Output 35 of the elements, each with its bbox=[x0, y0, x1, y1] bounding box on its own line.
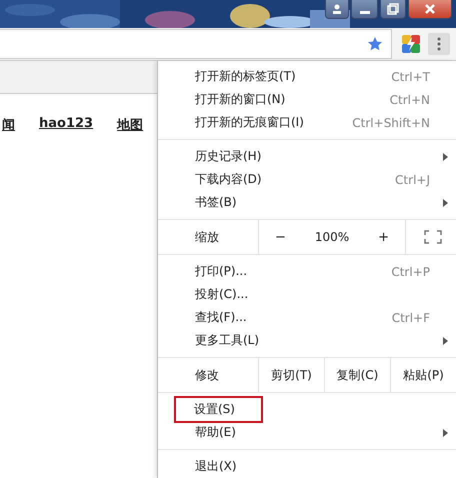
close-icon bbox=[424, 3, 436, 15]
menu-button[interactable] bbox=[428, 33, 450, 55]
extension-icon[interactable] bbox=[402, 35, 420, 53]
menu-item[interactable]: 更多工具(L) bbox=[158, 329, 456, 352]
restore-icon bbox=[387, 3, 399, 15]
edit-label: 修改 bbox=[194, 366, 220, 384]
menu-item[interactable]: 查找(F)... Ctrl+F bbox=[158, 306, 456, 329]
menu-item[interactable]: 帮助(E) bbox=[158, 421, 456, 444]
restore-button[interactable] bbox=[380, 0, 406, 19]
bookmark-star-icon[interactable] bbox=[367, 36, 383, 52]
minimize-button[interactable] bbox=[351, 0, 378, 19]
nav-link[interactable]: hao123 bbox=[39, 116, 94, 134]
fullscreen-icon bbox=[424, 230, 442, 244]
address-field[interactable] bbox=[0, 29, 392, 59]
close-button[interactable] bbox=[408, 0, 452, 19]
menu-item[interactable]: 设置(S) bbox=[158, 398, 456, 421]
menu-item[interactable]: 打印(P)... Ctrl+P bbox=[158, 260, 456, 283]
menu-item[interactable]: 书签(B) bbox=[158, 191, 456, 214]
nav-link[interactable]: 地图 bbox=[117, 116, 144, 134]
user-button[interactable] bbox=[325, 0, 349, 19]
menu-item[interactable]: 打开新的窗口(N) Ctrl+N bbox=[158, 88, 456, 111]
kebab-menu-icon bbox=[437, 37, 441, 51]
zoom-in-button[interactable]: + bbox=[376, 230, 391, 244]
zoom-label: 缩放 bbox=[194, 228, 220, 246]
nav-link[interactable]: 闻 bbox=[2, 116, 15, 134]
person-icon bbox=[331, 3, 343, 15]
menu-item[interactable]: 投射(C)... bbox=[158, 283, 456, 306]
menu-item[interactable]: 下载内容(D) Ctrl+J bbox=[158, 168, 456, 191]
menu-item[interactable]: 历史记录(H) bbox=[158, 145, 456, 168]
menu-item[interactable]: 打开新的标签页(T) Ctrl+T bbox=[158, 65, 456, 88]
zoom-level: 100% bbox=[314, 230, 350, 244]
minimize-icon bbox=[360, 10, 370, 14]
menu-item[interactable]: 打开新的无痕窗口(I) Ctrl+Shift+N bbox=[158, 111, 456, 134]
zoom-out-button[interactable]: − bbox=[273, 230, 288, 244]
menu-item[interactable]: 退出(X) bbox=[158, 455, 456, 478]
